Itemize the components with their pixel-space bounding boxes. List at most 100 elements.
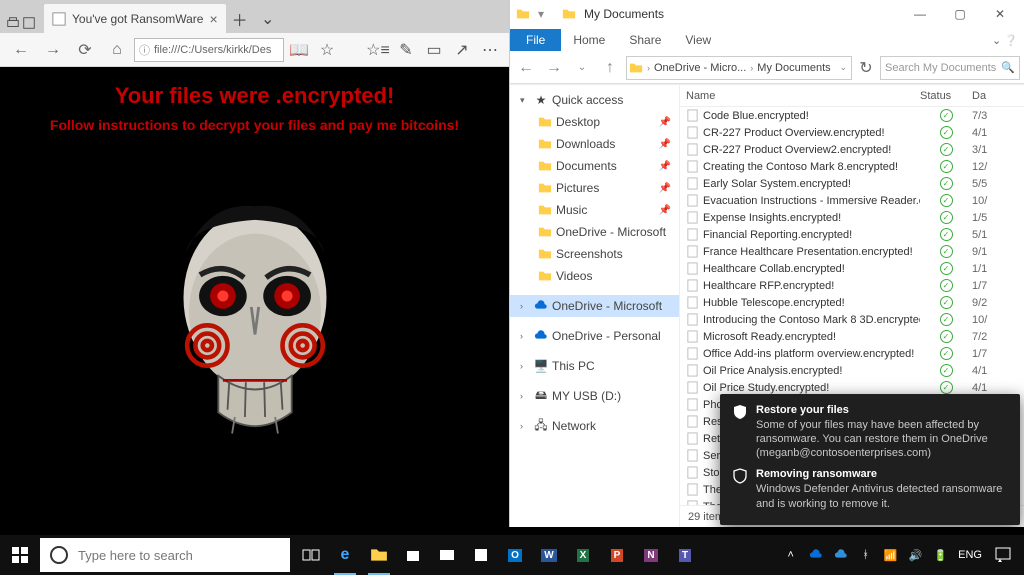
nav-back-button[interactable]: ← xyxy=(514,56,538,80)
nav-quick-item[interactable]: Screenshots xyxy=(510,243,679,265)
column-status[interactable]: Status xyxy=(920,90,972,102)
home-button[interactable]: ⌂ xyxy=(102,35,132,65)
taskbar-store-icon[interactable] xyxy=(396,535,430,575)
favorites-list-icon[interactable]: ☆≡ xyxy=(365,35,391,65)
tray-volume-icon[interactable]: 🔊 xyxy=(908,548,923,563)
taskbar-teams-icon[interactable]: T xyxy=(668,535,702,575)
sync-ok-icon: ✓ xyxy=(940,109,953,122)
search-placeholder: Type here to search xyxy=(78,548,193,563)
forward-button[interactable]: → xyxy=(38,35,68,65)
file-row[interactable]: CR-227 Product Overview2.encrypted! ✓ 3/… xyxy=(680,141,1024,158)
taskbar-mail-icon[interactable] xyxy=(430,535,464,575)
nav-usb-drive[interactable]: › 🖴 MY USB (D:) xyxy=(510,385,679,407)
share-icon[interactable]: ↗ xyxy=(449,35,475,65)
start-button[interactable] xyxy=(0,535,40,575)
file-row[interactable]: Healthcare Collab.encrypted! ✓ 1/1 xyxy=(680,260,1024,277)
column-date[interactable]: Da xyxy=(972,90,1002,102)
file-list-header[interactable]: Name Status Da xyxy=(680,85,1024,107)
ribbon-tab-view[interactable]: View xyxy=(673,29,723,51)
nav-quick-item[interactable]: Music📌 xyxy=(510,199,679,221)
taskbar-word-icon[interactable]: W xyxy=(532,535,566,575)
taskbar-outlook-icon[interactable]: O xyxy=(498,535,532,575)
nav-quick-item[interactable]: Pictures📌 xyxy=(510,177,679,199)
ribbon-tab-home[interactable]: Home xyxy=(561,29,617,51)
pin-icon: 📌 xyxy=(659,139,671,150)
tray-onedrive-icon-2[interactable] xyxy=(833,548,848,563)
tray-language[interactable]: ENG xyxy=(958,549,982,561)
back-button[interactable]: ← xyxy=(6,35,36,65)
file-row[interactable]: Healthcare RFP.encrypted! ✓ 1/7 xyxy=(680,277,1024,294)
nav-up-button[interactable]: ↑ xyxy=(598,56,622,80)
nav-quick-access[interactable]: ▾ ★ Quick access xyxy=(510,89,679,111)
file-row[interactable]: Expense Insights.encrypted! ✓ 1/5 xyxy=(680,209,1024,226)
notes-icon[interactable]: ✎ xyxy=(393,35,419,65)
action-center-button[interactable] xyxy=(992,544,1014,566)
nav-quick-item[interactable]: OneDrive - Microsoft xyxy=(510,221,679,243)
file-row[interactable]: Early Solar System.encrypted! ✓ 5/5 xyxy=(680,175,1024,192)
column-name[interactable]: Name xyxy=(680,90,920,102)
file-row[interactable]: Microsoft Ready.encrypted! ✓ 7/2 xyxy=(680,328,1024,345)
url-input[interactable]: ⓘ file:///C:/Users/kirkk/Des xyxy=(134,38,284,62)
nav-quick-item[interactable]: Desktop📌 xyxy=(510,111,679,133)
nav-onedrive-personal[interactable]: › OneDrive - Personal xyxy=(510,325,679,347)
ribbon-tab-file[interactable]: File xyxy=(510,29,561,51)
folder-icon xyxy=(538,247,552,261)
file-row[interactable]: Code Blue.encrypted! ✓ 7/3 xyxy=(680,107,1024,124)
sync-ok-icon: ✓ xyxy=(940,296,953,309)
more-menu-icon[interactable]: ⋯ xyxy=(477,35,503,65)
taskbar-search[interactable]: Type here to search xyxy=(40,538,290,572)
task-view-button[interactable] xyxy=(294,535,328,575)
sync-ok-icon: ✓ xyxy=(940,364,953,377)
taskbar-explorer-icon[interactable] xyxy=(362,535,396,575)
file-row[interactable]: Office Add-ins platform overview.encrypt… xyxy=(680,345,1024,362)
breadcrumb-2[interactable]: My Documents xyxy=(757,62,830,74)
nav-this-pc[interactable]: › 🖥️ This PC xyxy=(510,355,679,377)
tray-onedrive-icon[interactable] xyxy=(808,548,823,563)
nav-recent-button[interactable]: ⌄ xyxy=(570,56,594,80)
file-row[interactable]: CR-227 Product Overview.encrypted! ✓ 4/1 xyxy=(680,124,1024,141)
close-button[interactable]: ✕ xyxy=(982,2,1018,26)
taskbar-excel-icon[interactable]: X xyxy=(566,535,600,575)
taskbar-whiteboard-icon[interactable] xyxy=(464,535,498,575)
file-row[interactable]: Hubble Telescope.encrypted! ✓ 9/2 xyxy=(680,294,1024,311)
reading-mode-icon[interactable]: 📖 xyxy=(286,35,312,65)
minimize-button[interactable]: — xyxy=(902,2,938,26)
tray-battery-icon[interactable]: 🔋 xyxy=(933,548,948,563)
ransom-heading: Your files were .encrypted! xyxy=(0,83,509,109)
file-row[interactable]: France Healthcare Presentation.encrypted… xyxy=(680,243,1024,260)
tray-wifi-icon[interactable]: 📶 xyxy=(883,548,898,563)
defender-toast[interactable]: Restore your files Some of your files ma… xyxy=(720,394,1020,525)
breadcrumb-1[interactable]: OneDrive - Micro... xyxy=(654,62,746,74)
browser-tab[interactable]: You've got RansomWare × xyxy=(44,4,226,33)
new-tab-button[interactable]: ＋ xyxy=(226,4,254,33)
extensions-icon[interactable]: ▭ xyxy=(421,35,447,65)
edge-tab-strip: You've got RansomWare × ＋ ⌄ xyxy=(0,0,509,33)
favorite-star-icon[interactable]: ☆ xyxy=(314,35,340,65)
nav-onedrive-microsoft[interactable]: › OneDrive - Microsoft xyxy=(510,295,679,317)
ribbon-expand-icon[interactable]: ⌄ ❔ xyxy=(992,34,1018,47)
nav-quick-item[interactable]: Videos xyxy=(510,265,679,287)
tab-dropdown[interactable]: ⌄ xyxy=(254,4,282,33)
file-row[interactable]: Financial Reporting.encrypted! ✓ 5/1 xyxy=(680,226,1024,243)
address-refresh-button[interactable]: ↻ xyxy=(856,56,876,80)
file-row[interactable]: Introducing the Contoso Mark 8 3D.encryp… xyxy=(680,311,1024,328)
taskbar-powerpoint-icon[interactable]: P xyxy=(600,535,634,575)
file-row[interactable]: Oil Price Analysis.encrypted! ✓ 4/1 xyxy=(680,362,1024,379)
nav-quick-item[interactable]: Documents📌 xyxy=(510,155,679,177)
refresh-button[interactable]: ⟳ xyxy=(70,35,100,65)
tray-bluetooth-icon[interactable]: ᚼ xyxy=(858,548,873,563)
nav-network[interactable]: › 🖧 Network xyxy=(510,415,679,437)
ribbon-tab-share[interactable]: Share xyxy=(617,29,673,51)
explorer-titlebar[interactable]: ▾ My Documents — ▢ ✕ xyxy=(510,0,1024,28)
breadcrumb-bar[interactable]: › OneDrive - Micro... › My Documents ⌄ xyxy=(626,56,852,80)
file-row[interactable]: Evacuation Instructions - Immersive Read… xyxy=(680,192,1024,209)
nav-forward-button[interactable]: → xyxy=(542,56,566,80)
maximize-button[interactable]: ▢ xyxy=(942,2,978,26)
tray-chevron-icon[interactable]: ˄ xyxy=(783,548,798,563)
explorer-search-input[interactable]: Search My Documents 🔍 xyxy=(880,56,1020,80)
tab-close-button[interactable]: × xyxy=(209,11,217,27)
taskbar-onenote-icon[interactable]: N xyxy=(634,535,668,575)
file-row[interactable]: Creating the Contoso Mark 8.encrypted! ✓… xyxy=(680,158,1024,175)
nav-quick-item[interactable]: Downloads📌 xyxy=(510,133,679,155)
taskbar-edge-icon[interactable]: e xyxy=(328,535,362,575)
